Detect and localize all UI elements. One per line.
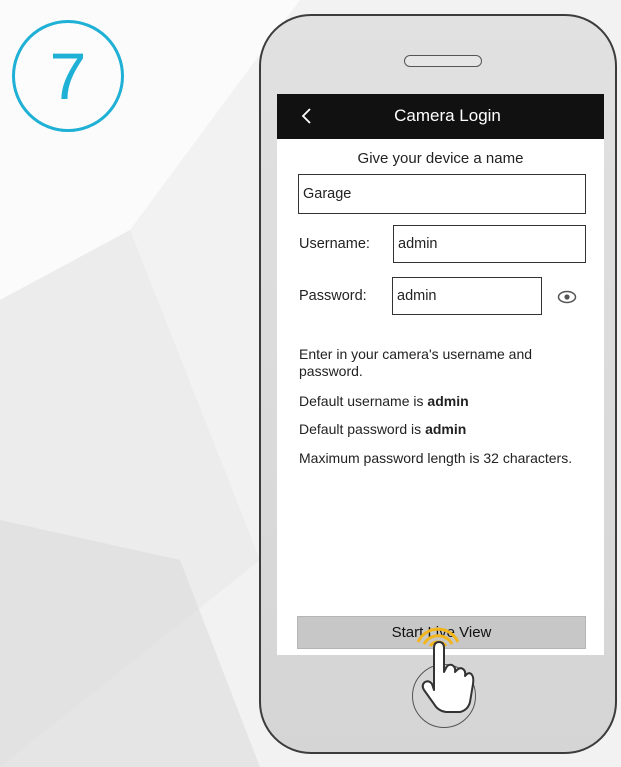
page-title: Camera Login <box>394 106 501 125</box>
device-name-heading: Give your device a name <box>357 150 524 167</box>
phone-screen: Camera Login Give your device a name Gar… <box>277 94 604 655</box>
default-username-value: admin <box>427 393 469 409</box>
step-number-badge: 7 <box>12 20 124 132</box>
username-label: Username: <box>299 236 370 252</box>
tap-hand-icon <box>416 627 475 713</box>
username-field[interactable]: admin <box>393 225 586 263</box>
eye-icon[interactable] <box>557 290 577 304</box>
password-field[interactable]: admin <box>392 277 542 315</box>
default-username-text: Default username is admin <box>299 393 589 410</box>
title-bar: Camera Login <box>277 94 604 139</box>
device-name-field[interactable]: Garage <box>298 174 586 214</box>
password-value: admin <box>397 288 437 304</box>
default-password-text: Default password is admin <box>299 421 589 438</box>
step-number: 7 <box>49 39 87 113</box>
username-value: admin <box>398 236 438 252</box>
instruction-text: Enter in your camera's username and pass… <box>299 346 533 379</box>
default-username-prefix: Default username is <box>299 393 428 409</box>
password-length-text: Maximum password length is 32 characters… <box>299 450 573 466</box>
default-password-value: admin <box>425 421 467 437</box>
password-label: Password: <box>299 288 367 304</box>
device-name-value: Garage <box>303 186 352 202</box>
phone-speaker <box>404 55 482 67</box>
default-password-prefix: Default password is <box>299 421 426 437</box>
